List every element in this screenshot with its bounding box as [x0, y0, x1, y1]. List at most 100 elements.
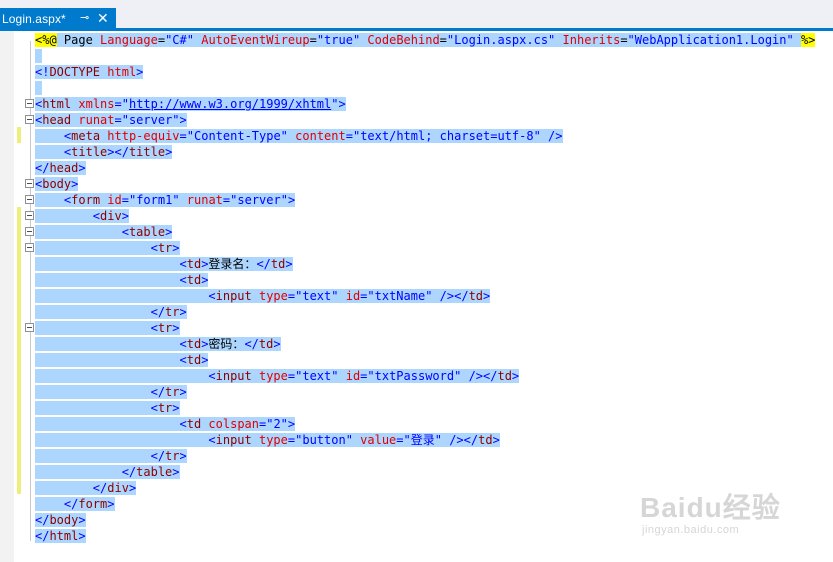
code-token: "WebApplication1.Login"	[627, 33, 794, 47]
selected-text: <td>	[35, 273, 209, 287]
code-token: type	[258, 369, 288, 383]
code-line[interactable]: </tr>	[35, 448, 187, 464]
code-line[interactable]: <html xmlns="http://www.w3.org/1999/xhtm…	[35, 96, 346, 112]
selected-text: <meta http-equiv="Content-Type" content=…	[35, 129, 563, 143]
code-line[interactable]: <div>	[35, 208, 129, 224]
code-line[interactable]: </tr>	[35, 304, 187, 320]
code-line[interactable]: </div>	[35, 480, 137, 496]
code-token: =	[121, 193, 129, 207]
code-token: >	[179, 305, 187, 319]
selected-text: <td colspan="2">	[35, 417, 296, 431]
code-line[interactable]: <td>	[35, 272, 209, 288]
fold-toggle-icon[interactable]	[25, 227, 34, 236]
code-token: >	[287, 193, 296, 207]
code-line[interactable]: <tr>	[35, 240, 180, 256]
code-token: >	[285, 257, 293, 271]
code-line[interactable]: <body>	[35, 176, 79, 192]
code-line[interactable]: <td>	[35, 352, 209, 368]
selected-text: <table>	[35, 225, 173, 239]
code-token: >	[511, 369, 520, 383]
code-line[interactable]: <tr>	[35, 400, 180, 416]
selected-text: <html xmlns="http://www.w3.org/1999/xhtm…	[35, 97, 346, 111]
code-line[interactable]: <meta http-equiv="Content-Type" content=…	[35, 128, 563, 144]
fold-toggle-icon[interactable]	[25, 179, 34, 188]
code-token: >	[165, 145, 173, 159]
code-token: input	[215, 289, 252, 303]
code-token: =	[396, 433, 404, 447]
code-token: >	[273, 337, 281, 351]
fold-toggle-icon[interactable]	[25, 115, 34, 124]
code-token: runat	[78, 113, 115, 127]
code-token: type	[258, 289, 288, 303]
tab-login-aspx[interactable]: Login.aspx* ⊸ ✕	[0, 8, 116, 29]
code-token: <	[150, 401, 158, 415]
code-token: >	[78, 513, 86, 527]
code-token: "true"	[316, 33, 361, 47]
code-token: >	[201, 353, 209, 367]
code-token: </	[35, 513, 50, 527]
code-line[interactable]: <form id="form1" runat="server">	[35, 192, 296, 208]
code-line[interactable]: <!DOCTYPE html>	[35, 64, 144, 80]
code-line[interactable]: </head>	[35, 160, 86, 176]
code-token: http://www.w3.org/1999/xhtml	[128, 97, 332, 111]
code-token: >	[179, 449, 187, 463]
code-line[interactable]: </table>	[35, 464, 180, 480]
code-token: </	[256, 257, 271, 271]
code-line[interactable]: <%@ Page Language="C#" AutoEventWireup="…	[35, 32, 816, 48]
code-line[interactable]: <td>登录名：</td>	[35, 256, 293, 272]
code-token: </	[150, 449, 166, 463]
fold-toggle-icon[interactable]	[25, 323, 34, 332]
code-token: AutoEventWireup	[201, 33, 310, 47]
code-line[interactable]: <input type="button" value="登录" /></td>	[35, 432, 500, 448]
fold-toggle-icon[interactable]	[25, 195, 34, 204]
code-line[interactable]: <table>	[35, 224, 173, 240]
code-token: >	[287, 417, 296, 431]
code-line[interactable]: <input type="text" id="txtPassword" /></…	[35, 368, 520, 384]
selected-text: <tr>	[35, 321, 180, 335]
selected-text: <td>	[35, 353, 209, 367]
watermark: Baidu经验 jingyan.baidu.com	[632, 486, 822, 546]
code-token: Language	[100, 33, 158, 47]
code-line[interactable]: </html>	[35, 528, 86, 544]
pin-icon[interactable]: ⊸	[80, 11, 89, 24]
code-token: colspan	[208, 417, 259, 431]
code-token: Inherits	[562, 33, 621, 47]
selected-text: </tr>	[35, 449, 187, 463]
code-token: />	[548, 129, 563, 143]
code-token: title	[71, 145, 108, 159]
code-token: "登录"	[403, 433, 442, 447]
code-line[interactable]	[35, 48, 43, 64]
code-token: http-equiv	[107, 129, 180, 143]
code-line[interactable]: <tr>	[35, 320, 180, 336]
tab-title: Login.aspx*	[2, 11, 66, 26]
code-line[interactable]: </body>	[35, 512, 86, 528]
selected-text: <form id="form1" runat="server">	[35, 193, 296, 207]
code-line[interactable]	[35, 80, 43, 96]
code-line[interactable]: </form>	[35, 496, 115, 512]
code-token: title	[128, 145, 166, 159]
code-token: =	[179, 129, 187, 143]
code-line[interactable]: <head runat="server">	[35, 112, 187, 128]
code-token: tr	[157, 241, 173, 255]
code-line[interactable]: <td colspan="2">	[35, 416, 296, 432]
code-token: </	[244, 337, 259, 351]
code-line[interactable]: <title></title>	[35, 144, 173, 160]
code-line[interactable]: <td>密码：</td>	[35, 336, 281, 352]
fold-toggle-icon[interactable]	[25, 243, 34, 252]
close-icon[interactable]: ✕	[97, 9, 109, 27]
code-line[interactable]: </tr>	[35, 384, 187, 400]
selected-text: </html>	[35, 529, 86, 543]
code-token: id	[345, 289, 361, 303]
code-token: <!	[35, 65, 50, 79]
fold-toggle-icon[interactable]	[25, 211, 34, 220]
code-token: "text"	[295, 289, 339, 303]
code-line[interactable]: <input type="text" id="txtName" /></td>	[35, 288, 491, 304]
selected-text: <input type="button" value="登录" /></td>	[35, 433, 500, 447]
fold-toggle-icon[interactable]	[25, 99, 34, 108]
code-token: "Login.aspx.cs"	[446, 33, 556, 47]
